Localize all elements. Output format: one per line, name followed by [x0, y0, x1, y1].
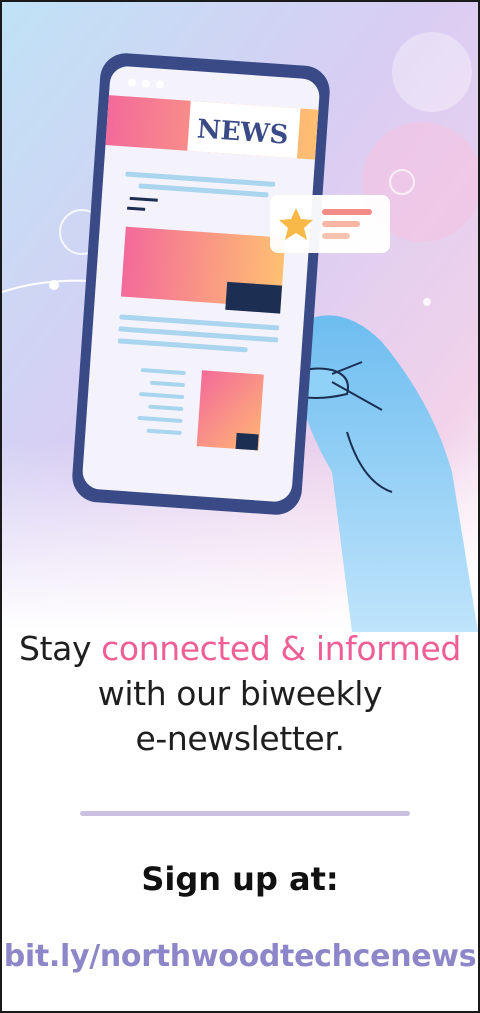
signup-label: Sign up at:	[141, 860, 339, 898]
headline-line3: e-newsletter.	[135, 719, 345, 758]
headline-prefix: Stay	[19, 629, 102, 668]
signup-link[interactable]: bit.ly/northwoodtechcenews	[2, 939, 478, 974]
headline-line1: Stay connected & informed	[2, 626, 478, 671]
divider	[80, 811, 410, 816]
newsletter-illustration: NEWS	[2, 2, 478, 632]
phone-banner-text: NEWS	[196, 114, 289, 150]
headline: Stay connected & informed with our biwee…	[2, 626, 478, 761]
newsletter-promo-card: NEWS Stay connected & informed with our …	[0, 0, 480, 1013]
rating-card	[270, 195, 390, 253]
headline-line2: with our biweekly	[97, 674, 383, 713]
headline-accent: connected & informed	[101, 629, 461, 668]
